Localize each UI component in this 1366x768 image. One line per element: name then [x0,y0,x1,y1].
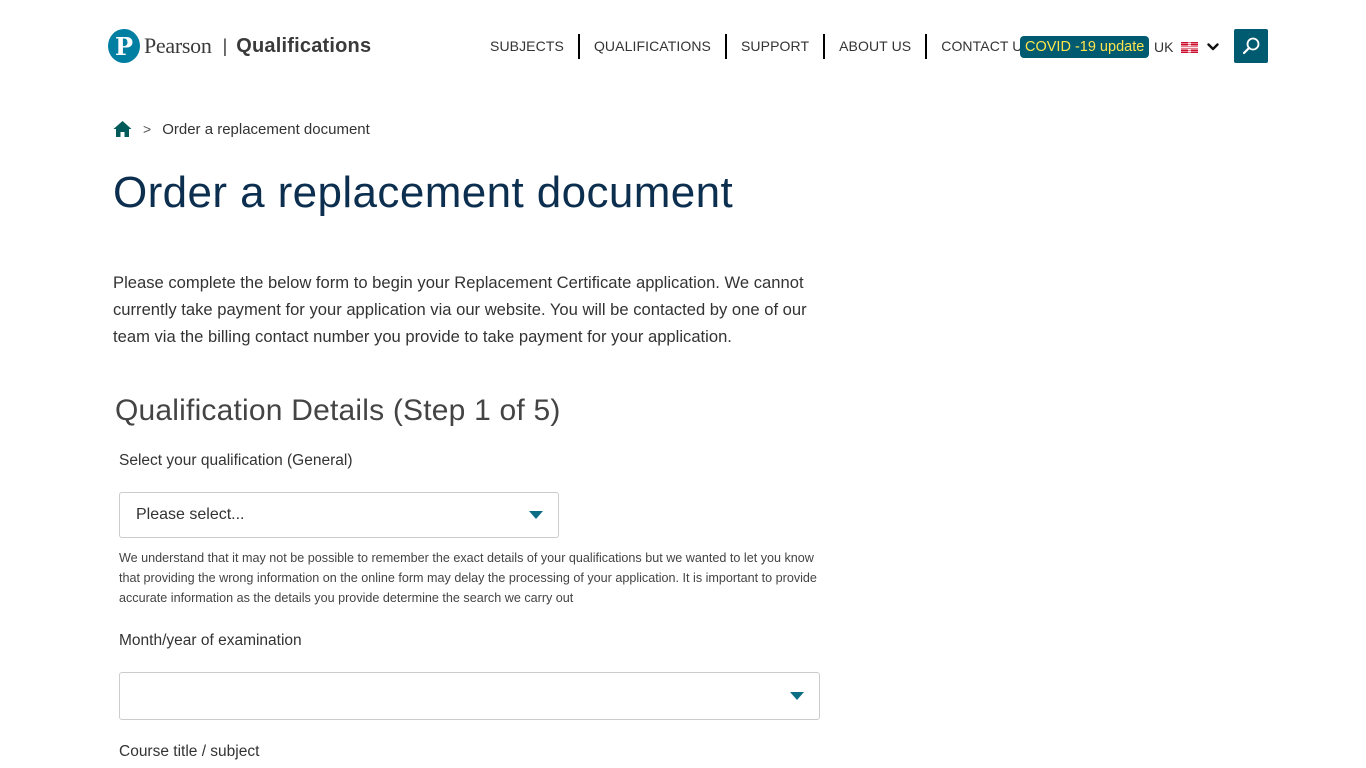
main-nav: SUBJECTS QUALIFICATIONS SUPPORT ABOUT US… [476,34,1046,59]
section-title: Qualification Details (Step 1 of 5) [115,394,561,427]
qualification-label: Select your qualification (General) [119,452,353,469]
locale-label: UK [1154,39,1174,55]
dropdown-arrow-icon [529,511,543,519]
qualification-select[interactable]: Please select... [119,492,559,538]
dropdown-arrow-icon [790,692,804,700]
exam-date-label: Month/year of examination [119,632,302,649]
covid-update-link[interactable]: COVID -19 update [1020,36,1150,58]
breadcrumb-home-link[interactable] [113,120,132,138]
page-title: Order a replacement document [113,168,734,217]
logo-separator: | [222,35,228,56]
qualification-select-value: Please select... [136,506,245,523]
search-button[interactable] [1234,29,1268,63]
nav-qualifications[interactable]: QUALIFICATIONS [580,34,725,59]
breadcrumb-separator: > [143,121,152,137]
nav-subjects[interactable]: SUBJECTS [476,34,578,59]
chevron-down-icon [1207,43,1220,51]
breadcrumb: > Order a replacement document [113,119,370,139]
home-icon [113,121,132,137]
pearson-qualifications-logo[interactable]: P Pearson | Qualifications [108,29,371,63]
site-header: P Pearson | Qualifications SUBJECTS QUAL… [0,0,1366,92]
uk-flag-icon [1181,41,1199,53]
nav-about-us[interactable]: ABOUT US [825,34,925,59]
course-title-label: Course title / subject [119,743,260,760]
intro-text: Please complete the below form to begin … [113,273,807,346]
nav-support[interactable]: SUPPORT [727,34,823,59]
pearson-logo-icon: P [108,29,140,63]
qualification-help-text: We understand that it may not be possibl… [119,551,817,605]
search-icon [1242,37,1260,55]
logo-brand-text: Pearson [144,33,212,58]
locale-selector[interactable]: UK [1154,36,1220,58]
logo-product-text: Qualifications [236,34,372,57]
breadcrumb-current: Order a replacement document [162,120,370,138]
exam-date-select[interactable] [119,672,820,720]
